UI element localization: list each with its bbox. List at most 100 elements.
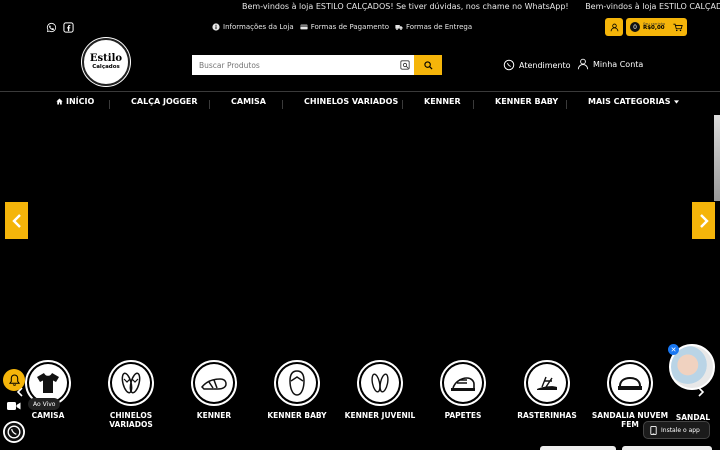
logo-text-primary: Estilo [89, 52, 123, 64]
search-button[interactable] [414, 55, 442, 75]
category-label: KENNER JUVENIL [344, 411, 416, 420]
category-thumb [108, 360, 154, 406]
info-link-store[interactable]: Informações da Loja [212, 23, 294, 31]
whatsapp-float-button[interactable] [3, 421, 25, 443]
nav-item-label: KENNER BABY [495, 97, 559, 106]
flipflop-icon [289, 370, 305, 396]
tshirt-icon [37, 373, 59, 393]
live-badge[interactable]: Ao Vivo [28, 398, 61, 410]
nav-item-label: KENNER [424, 97, 461, 106]
header-divider [0, 91, 720, 92]
nav-item-kenner-baby[interactable]: KENNER BABY [495, 97, 558, 106]
info-link-label: Formas de Pagamento [310, 23, 389, 31]
info-link-delivery[interactable]: Formas de Entrega [395, 23, 472, 31]
whatsapp-icon[interactable] [46, 22, 57, 33]
info-link-label: Formas de Entrega [405, 23, 473, 31]
cart-count-badge: 0 [630, 22, 640, 32]
nav-item-label: MAIS CATEGORIAS [588, 97, 671, 106]
category-label: PAPETES [444, 411, 482, 420]
nav-item-mais-categorias[interactable]: MAIS CATEGORIAS [588, 97, 679, 106]
info-link-label: Informações da Loja [223, 23, 294, 31]
next-slide-peek [714, 115, 720, 201]
category-item-chinelos-variados[interactable]: CHINELOS VARIADOS [91, 360, 171, 429]
category-thumb [191, 360, 237, 406]
account-button[interactable] [605, 18, 623, 36]
truck-icon [395, 25, 403, 30]
hero-prev-button[interactable] [5, 202, 28, 239]
sandal-icon [200, 378, 227, 390]
nav-item-chinelos-variados[interactable]: CHINELOS VARIADOS [304, 97, 398, 106]
video-camera-icon[interactable] [7, 401, 21, 411]
nav-item-kenner[interactable]: KENNER [424, 97, 461, 106]
install-app-label: Instale o app [661, 426, 700, 434]
nav-separator [566, 100, 567, 109]
credit-card-icon [300, 24, 308, 30]
my-account-label: Minha Conta [593, 59, 644, 69]
nav-separator [473, 100, 474, 109]
nav-item-calca-jogger[interactable]: CALÇA JOGGER [131, 97, 198, 106]
caret-down-icon [673, 99, 679, 104]
nav-separator [109, 100, 110, 109]
nav-item-inicio[interactable]: INÍCIO [56, 97, 94, 106]
category-item-rasterinhas[interactable]: RASTERINHAS [507, 360, 587, 421]
home-icon [56, 98, 63, 105]
announcement-text: Bem-vindos à loja ESTILO CALÇADOS! Se ti… [242, 2, 569, 11]
announcement-bar: Bem-vindos à loja ESTILO CALÇADOS! Se ti… [0, 0, 720, 16]
category-thumb [274, 360, 320, 406]
facebook-icon[interactable] [63, 22, 74, 33]
category-item-kenner-juvenil[interactable]: KENNER JUVENIL [340, 360, 420, 421]
nav-separator [282, 100, 283, 109]
user-outline-icon [577, 58, 589, 70]
support-label: Atendimento [519, 60, 571, 70]
category-item-kenner[interactable]: KENNER [174, 360, 254, 421]
category-thumb [607, 360, 653, 406]
hero-banner [0, 115, 720, 345]
flipflops-small-icon [371, 373, 389, 393]
whatsapp-icon [4, 422, 24, 442]
category-label: KENNER [196, 411, 232, 420]
my-account-link[interactable]: Minha Conta [577, 58, 643, 70]
hero-next-button[interactable] [692, 202, 715, 239]
image-search-icon[interactable] [400, 60, 410, 70]
category-thumb [440, 360, 486, 406]
search-bar [192, 55, 442, 75]
cart-summary: Seu carrinho R$0,00 [643, 22, 665, 32]
rasteirinha-icon [537, 376, 557, 390]
bottom-tab-peek [540, 446, 616, 450]
logo-text-secondary: Calçados [92, 63, 120, 70]
category-thumb [357, 360, 403, 406]
info-links: Informações da Loja Formas de Pagamento … [212, 23, 472, 31]
category-label: KENNER BABY [267, 411, 327, 420]
store-logo[interactable]: Estilo Calçados [82, 38, 130, 86]
info-link-payment[interactable]: Formas de Pagamento [300, 23, 389, 31]
nav-item-label: INÍCIO [66, 97, 95, 106]
category-label: CHINELOS VARIADOS [109, 411, 153, 429]
install-app-button[interactable]: Instale o app [643, 421, 710, 439]
user-icon [610, 23, 618, 31]
search-input[interactable] [192, 55, 414, 75]
nav-separator [209, 100, 210, 109]
nav-item-camisa[interactable]: CAMISA [231, 97, 266, 106]
category-item-papetes[interactable]: PAPETES [423, 360, 503, 421]
nav-separator [402, 100, 403, 109]
info-icon [212, 23, 220, 31]
category-item-camisa[interactable]: CAMISA [8, 360, 88, 421]
notification-bell-button[interactable] [3, 369, 25, 391]
close-icon[interactable]: ✕ [668, 344, 679, 355]
flipflops-icon [121, 372, 141, 394]
support-link[interactable]: Atendimento [503, 59, 571, 71]
nav-item-label: CHINELOS VARIADOS [304, 97, 399, 106]
whatsapp-icon [503, 59, 515, 71]
category-item-sandalia-nuvem[interactable]: SANDALIA NUVEM FEM [590, 360, 670, 429]
cart-button[interactable]: 0 Seu carrinho R$0,00 [626, 18, 687, 36]
cart-icon [673, 23, 683, 31]
search-icon [423, 60, 433, 70]
category-carousel: CAMISA CHINELOS VARIADOS KENNER KENNER B… [0, 360, 720, 450]
chevron-left-icon [11, 213, 21, 228]
papete-icon [451, 377, 475, 391]
category-label: CAMISA [31, 411, 65, 420]
social-links [46, 22, 74, 33]
announcement-text: Bem-vindos à loja ESTILO CALÇADOS! Se ti… [585, 2, 720, 11]
category-item-kenner-baby[interactable]: KENNER BABY [257, 360, 337, 421]
main-nav: INÍCIO CALÇA JOGGER CAMISA CHINELOS VARI… [0, 97, 720, 111]
